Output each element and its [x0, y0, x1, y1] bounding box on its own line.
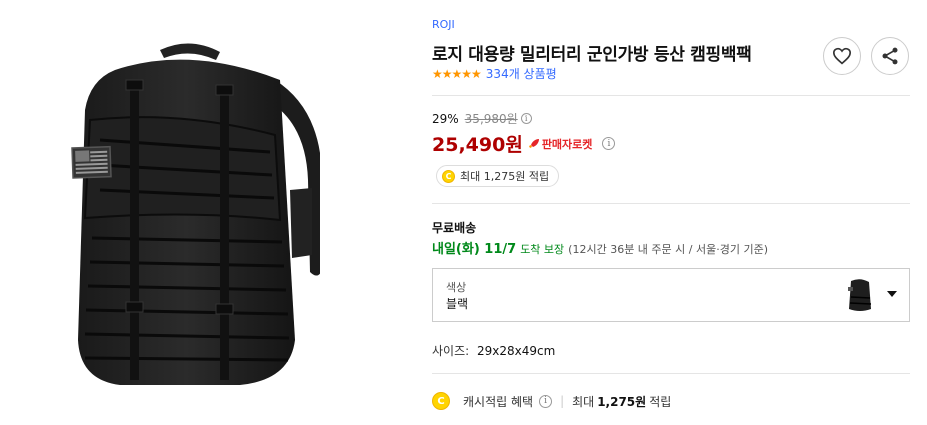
divider — [432, 95, 910, 96]
option-label: 색상 — [446, 281, 467, 294]
size-value: 29x28x49cm — [477, 344, 556, 358]
color-option-select[interactable]: 색상 블랙 — [432, 268, 910, 322]
original-price: 35,980원 — [464, 112, 518, 126]
chevron-down-icon — [887, 291, 897, 297]
rating-row: ★★★★★ 334개 상품평 — [432, 65, 557, 82]
product-info-panel: ROJI 로지 대용량 밀리터리 군인가방 등산 캠핑백팩 ★★★★★ 334개… — [432, 0, 910, 425]
cash-max-label: 최대 — [572, 394, 595, 409]
size-label: 사이즈: — [432, 344, 470, 358]
shipping-note: (12시간 36분 내 주문 시 / 서울·경기 기준) — [568, 243, 768, 256]
reward-text: 최대 1,275원 적립 — [460, 170, 550, 183]
coin-icon: C — [432, 392, 450, 410]
cash-reward-row: C 캐시적립 혜택 i | 최대 1,275원 적립 — [432, 392, 671, 410]
rocket-icon — [528, 138, 539, 148]
discount-row: 29% 35,980원 i — [432, 110, 532, 127]
divider — [432, 373, 910, 374]
sale-price: 25,490원 — [432, 134, 523, 156]
product-image — [71, 43, 320, 385]
seller-rocket-label: 판매자로켓 — [541, 137, 593, 151]
arrival-date: 내일(화) 11/7 — [432, 242, 517, 257]
review-count-link[interactable]: 334개 상품평 — [486, 65, 557, 82]
size-row: 사이즈: 29x28x49cm — [432, 342, 555, 359]
product-title: 로지 대용량 밀리터리 군인가방 등산 캠핑백팩 — [432, 45, 752, 65]
cash-reward-label: 캐시적립 혜택 — [463, 394, 534, 409]
divider — [432, 203, 910, 204]
reward-badge: C 최대 1,275원 적립 — [436, 165, 560, 187]
cash-suffix: 적립 — [649, 394, 672, 409]
cash-amount: 1,275원 — [597, 394, 647, 409]
price-row: 25,490원 판매자로켓 i — [432, 130, 616, 157]
arrival-guarantee: 도착 보장 — [520, 243, 565, 256]
option-thumbnail — [848, 279, 872, 311]
brand-link[interactable]: ROJI — [432, 18, 455, 31]
shipping-row: 내일(화) 11/7 도착 보장 (12시간 36분 내 주문 시 / 서울·경… — [432, 238, 768, 257]
info-icon[interactable]: i — [520, 113, 532, 124]
discount-rate: 29% — [432, 111, 459, 126]
shipping-label: 무료배송 — [432, 221, 477, 235]
seller-rocket-badge: 판매자로켓 — [528, 136, 593, 152]
rating-stars: ★★★★★ — [432, 66, 482, 81]
wishlist-button[interactable] — [823, 37, 861, 75]
heart-icon — [832, 47, 852, 65]
info-icon[interactable]: i — [602, 137, 616, 150]
separator: | — [560, 394, 565, 408]
share-button[interactable] — [871, 37, 909, 75]
option-value: 블랙 — [446, 297, 469, 311]
info-icon[interactable]: i — [539, 394, 553, 408]
share-icon — [882, 47, 898, 65]
coin-icon: C — [442, 169, 455, 183]
